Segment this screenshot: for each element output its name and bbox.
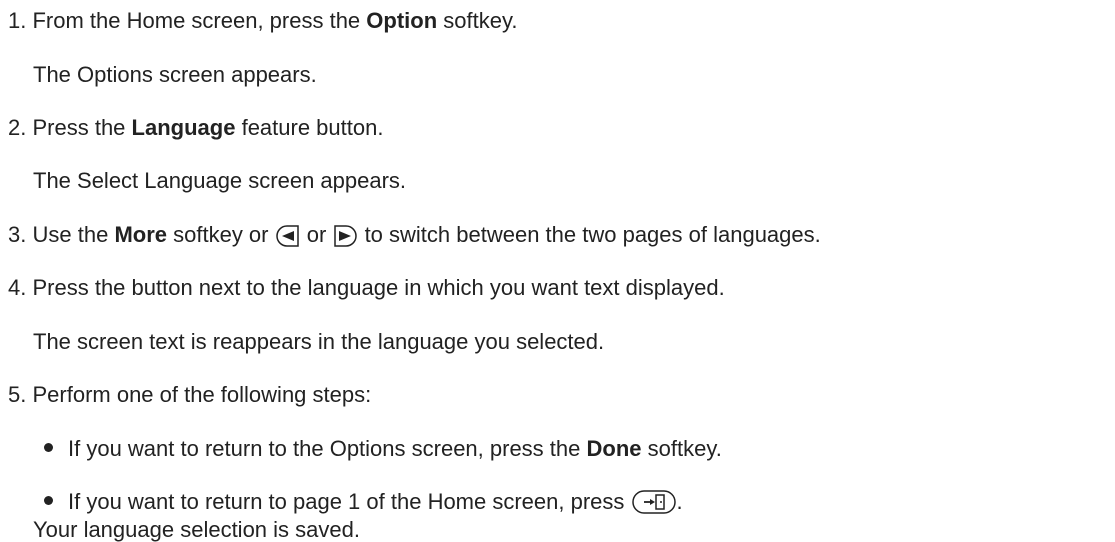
step-text: softkey or (173, 222, 269, 247)
step-4: 4. Press the button next to the language… (8, 274, 725, 302)
step-2: 2. Press the Language feature button. (8, 114, 383, 142)
step-4-result: The screen text is reappears in the lang… (33, 329, 605, 354)
bullet-text: softkey. (647, 436, 722, 461)
step-number: 1. (8, 8, 27, 33)
step-text: feature button. (241, 115, 384, 140)
step-text: Press the button next to the language in… (32, 275, 725, 300)
right-arrow-key-icon (332, 224, 358, 255)
softkey-name: Option (366, 8, 438, 33)
step-number: 4. (8, 275, 27, 300)
bullet-text: If you want to return to the Options scr… (68, 436, 581, 461)
step-1-result: The Options screen appears. (33, 62, 317, 87)
step-3: 3. Use the More softkey or or to switch … (8, 221, 821, 255)
bullet-icon (44, 496, 53, 505)
step-number: 2. (8, 115, 27, 140)
step-5: 5. Perform one of the following steps: (8, 381, 371, 409)
bullet-icon (44, 443, 53, 452)
left-arrow-key-icon (275, 224, 301, 255)
bullet-item: If you want to return to the Options scr… (44, 435, 722, 463)
step-number: 3. (8, 222, 27, 247)
softkey-name: Done (586, 436, 642, 461)
step-text: softkey. (443, 8, 518, 33)
step-text: to switch between the two pages of langu… (364, 222, 821, 247)
step-text: or (306, 222, 327, 247)
step-text: Press the (32, 115, 126, 140)
step-text: Use the (32, 222, 109, 247)
step-number: 5. (8, 382, 27, 407)
step-2-result: The Select Language screen appears. (33, 168, 407, 193)
bullet-text: If you want to return to page 1 of the H… (68, 489, 625, 514)
feature-button-name: Language (131, 115, 236, 140)
step-5-result: Your language selection is saved. (33, 517, 360, 542)
step-1: 1. From the Home screen, press the Optio… (8, 7, 517, 35)
softkey-name: More (114, 222, 167, 247)
step-text: Perform one of the following steps: (32, 382, 372, 407)
bullet-text: . (676, 489, 683, 514)
exit-key-icon (631, 489, 677, 522)
step-text: From the Home screen, press the (32, 8, 361, 33)
